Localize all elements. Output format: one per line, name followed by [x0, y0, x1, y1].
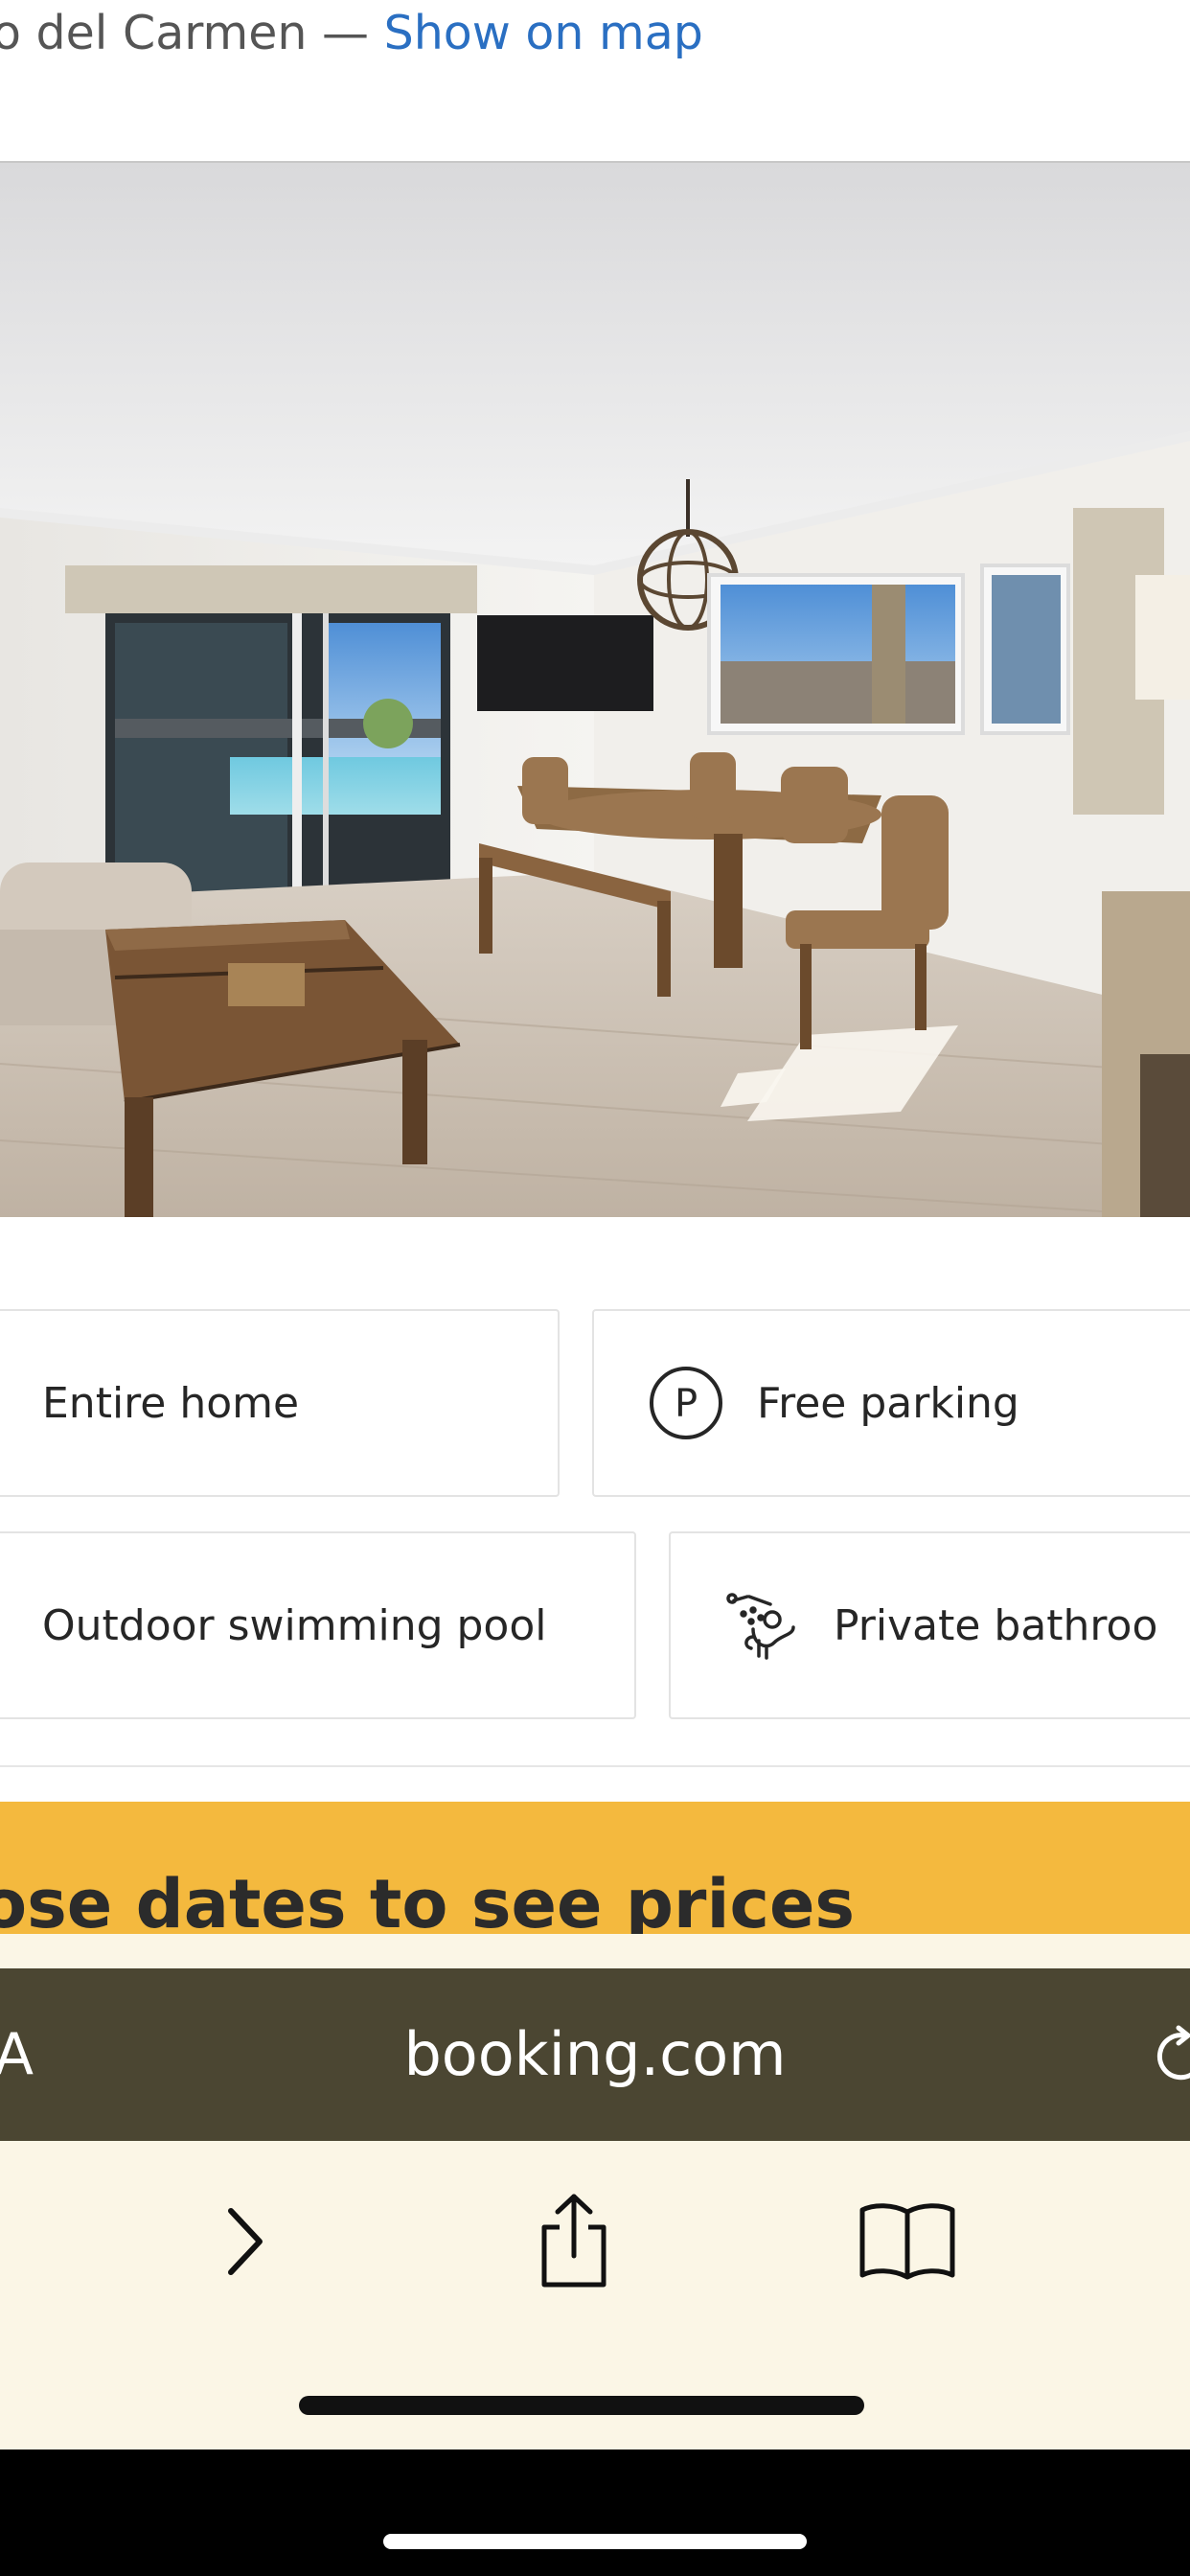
- svg-text:P: P: [675, 1382, 698, 1426]
- shower-icon: [724, 1587, 801, 1664]
- property-photo[interactable]: [0, 163, 1190, 1217]
- facility-free-parking: P Free parking: [592, 1309, 1190, 1497]
- address-line: o del Carmen — Show on map: [0, 0, 703, 67]
- bookmarks-icon[interactable]: [855, 2189, 960, 2294]
- facility-private-bathroom: Private bathroo: [669, 1531, 1190, 1719]
- device-bottom-bar: [0, 2450, 1190, 2576]
- facilities-section: Entire home P Free parking Outdoor swimm…: [0, 1217, 1190, 1767]
- home-indicator[interactable]: [383, 2534, 807, 2549]
- facility-label: Private bathroo: [834, 1600, 1158, 1650]
- reload-icon[interactable]: [1146, 2022, 1190, 2089]
- forward-icon[interactable]: [192, 2189, 297, 2294]
- facility-label: Free parking: [757, 1378, 1019, 1428]
- facility-label: Outdoor swimming pool: [42, 1600, 547, 1650]
- facility-label: Entire home: [42, 1378, 300, 1428]
- share-icon[interactable]: [521, 2189, 627, 2294]
- facility-outdoor-pool: Outdoor swimming pool: [0, 1531, 636, 1719]
- toolbar-gap: [0, 1934, 1190, 1968]
- address-text: o del Carmen —: [0, 6, 384, 60]
- show-on-map-link[interactable]: Show on map: [384, 6, 703, 60]
- toolbar-home-bar: [299, 2396, 864, 2415]
- banner-text: ose dates to see prices: [0, 1865, 856, 1934]
- living-room-photo: [0, 163, 1190, 1217]
- address-section: o del Carmen — Show on map: [0, 0, 1190, 163]
- browser-url-bar[interactable]: A booking.com: [0, 1968, 1190, 2141]
- choose-dates-banner[interactable]: ose dates to see prices: [0, 1802, 1190, 1934]
- url-domain[interactable]: booking.com: [0, 2016, 1190, 2093]
- facility-entire-home: Entire home: [0, 1309, 560, 1497]
- parking-icon: P: [648, 1365, 724, 1441]
